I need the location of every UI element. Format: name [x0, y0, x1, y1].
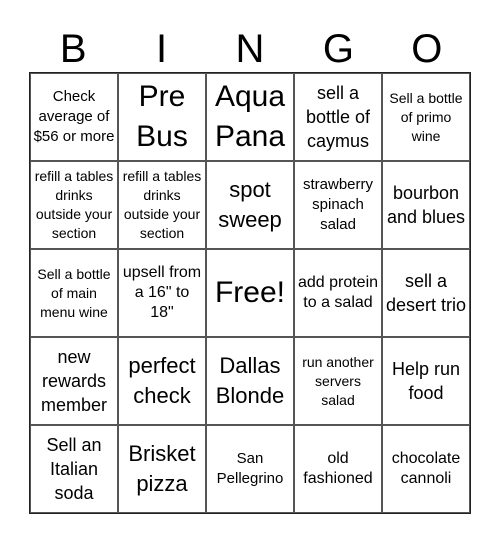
- cell-text: Sell an Italian soda: [46, 435, 102, 503]
- bingo-cell[interactable]: Dallas Blonde: [206, 337, 294, 425]
- cell-text: new rewards member: [40, 347, 107, 415]
- cell-text: sell a desert trio: [385, 271, 467, 315]
- bingo-cell[interactable]: old fashioned: [294, 425, 382, 513]
- cell-text: old fashioned: [303, 450, 373, 487]
- free-space-text: Free!: [214, 276, 286, 309]
- cell-text: perfect check: [128, 353, 196, 408]
- bingo-cell[interactable]: San Pellegrino: [206, 425, 294, 513]
- cell-text: Check average of $56 or more: [33, 88, 115, 145]
- header-letter-i: I: [156, 27, 168, 71]
- bingo-cell[interactable]: Pre Bus: [118, 73, 206, 161]
- header-letter-n: N: [235, 27, 265, 71]
- bingo-cell[interactable]: refill a tables drinks outside your sect…: [30, 161, 118, 249]
- header-letter-g: G: [322, 27, 354, 71]
- cell-text: Dallas Blonde: [215, 353, 285, 408]
- cell-text: Brisket pizza: [128, 441, 196, 496]
- cell-text: Aqua Pana: [214, 80, 286, 153]
- bingo-cell[interactable]: sell a bottle of caymus: [294, 73, 382, 161]
- cell-text: run another servers salad: [302, 353, 374, 408]
- cell-text: bourbon and blues: [386, 183, 466, 227]
- free-space-cell[interactable]: Free!: [206, 249, 294, 337]
- cell-text: Sell a bottle of primo wine: [389, 89, 463, 144]
- cell-text: refill a tables drinks outside your sect…: [34, 168, 114, 241]
- bingo-cell[interactable]: Sell a bottle of main menu wine: [30, 249, 118, 337]
- bingo-cell[interactable]: Aqua Pana: [206, 73, 294, 161]
- bingo-cell[interactable]: sell a desert trio: [382, 249, 470, 337]
- bingo-cell[interactable]: run another servers salad: [294, 337, 382, 425]
- cell-text: Help run food: [391, 359, 461, 403]
- bingo-cell[interactable]: Help run food: [382, 337, 470, 425]
- cell-text: strawberry spinach salad: [302, 176, 373, 233]
- bingo-cell[interactable]: refill a tables drinks outside your sect…: [118, 161, 206, 249]
- bingo-cell[interactable]: bourbon and blues: [382, 161, 470, 249]
- cell-text: add protein to a salad: [297, 274, 379, 311]
- bingo-cell[interactable]: strawberry spinach salad: [294, 161, 382, 249]
- cell-text: chocolate cannoli: [391, 450, 461, 487]
- bingo-cell[interactable]: perfect check: [118, 337, 206, 425]
- bingo-cell[interactable]: spot sweep: [206, 161, 294, 249]
- cell-text: Pre Bus: [136, 80, 188, 153]
- bingo-cell[interactable]: Sell a bottle of primo wine: [382, 73, 470, 161]
- header-letter-o: O: [411, 27, 443, 71]
- bingo-cell[interactable]: Brisket pizza: [118, 425, 206, 513]
- bingo-cell[interactable]: chocolate cannoli: [382, 425, 470, 513]
- header-letter-b: B: [59, 27, 87, 71]
- bingo-cell[interactable]: add protein to a salad: [294, 249, 382, 337]
- bingo-header: B I N G O: [29, 22, 471, 72]
- bingo-cell[interactable]: Sell an Italian soda: [30, 425, 118, 513]
- bingo-card-grid: Check average of $56 or more Pre Bus Aqu…: [29, 72, 471, 514]
- cell-text: San Pellegrino: [216, 450, 284, 487]
- cell-text: sell a bottle of caymus: [305, 83, 371, 151]
- cell-text: refill a tables drinks outside your sect…: [122, 168, 202, 241]
- cell-text: upsell from a 16" to 18": [122, 264, 202, 321]
- cell-text: spot sweep: [218, 177, 282, 232]
- cell-text: Sell a bottle of main menu wine: [37, 265, 111, 320]
- bingo-cell[interactable]: new rewards member: [30, 337, 118, 425]
- bingo-cell[interactable]: upsell from a 16" to 18": [118, 249, 206, 337]
- bingo-cell[interactable]: Check average of $56 or more: [30, 73, 118, 161]
